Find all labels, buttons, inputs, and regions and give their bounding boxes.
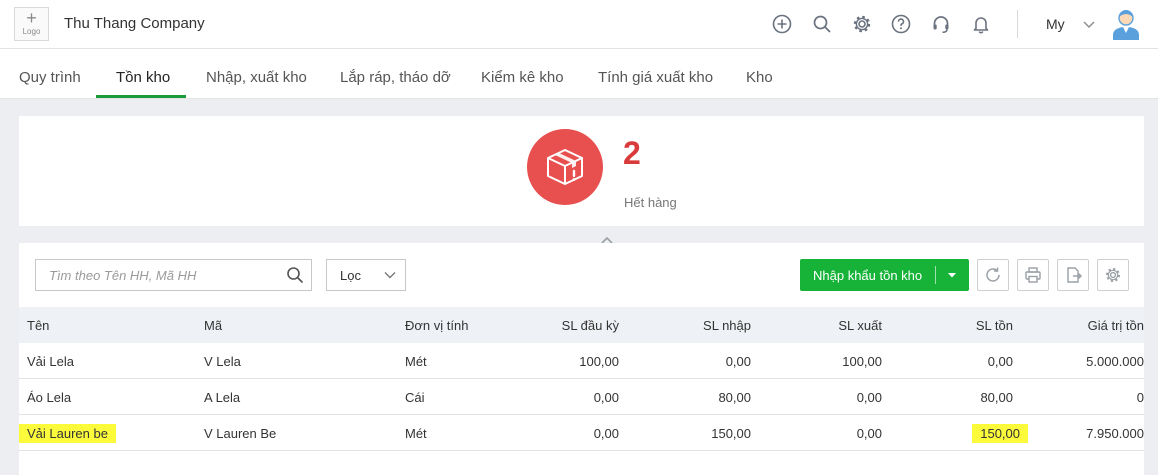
cell-stock-value: 5.000.000 [1086, 354, 1144, 369]
search-box [35, 259, 312, 291]
out-of-stock-count[interactable]: 2 [623, 135, 641, 172]
table-row[interactable]: Vải Lela V Lela Mét 100,00 0,00 100,00 0… [19, 343, 1144, 379]
tab-kiem-ke-kho[interactable]: Kiểm kê kho [481, 49, 564, 99]
split-divider [935, 266, 936, 284]
table-header: Tên Mã Đơn vị tính SL đầu kỳ SL nhập SL … [19, 307, 1144, 343]
refresh-button[interactable] [977, 259, 1009, 291]
inventory-panel: Lọc Nhập khẩu tồn kho Tên Mã Đơn vị tính… [19, 243, 1144, 475]
plus-icon: + [26, 8, 37, 28]
search-icon[interactable] [811, 13, 833, 35]
tab-tinh-gia-xuat-kho[interactable]: Tính giá xuất kho [598, 49, 713, 99]
user-name[interactable]: My [1046, 16, 1065, 32]
cell-stock-qty: 0,00 [987, 354, 1013, 369]
cell-out-qty: 100,00 [842, 354, 882, 369]
tab-ton-kho[interactable]: Tồn kho [116, 49, 170, 99]
logo-label: Logo [22, 27, 41, 36]
out-of-stock-summary: 2 Hết hàng [19, 116, 1144, 226]
tab-nhap-xuat-kho[interactable]: Nhập, xuất kho [206, 49, 307, 99]
main-tabs: Quy trình Tồn kho Nhập, xuất kho Lắp ráp… [0, 49, 1158, 99]
printer-icon [1025, 267, 1041, 283]
table-row[interactable]: Áo Lela A Lela Cái 0,00 80,00 0,00 80,00… [19, 379, 1144, 415]
cell-name: Vải Lauren be [19, 424, 116, 443]
cell-opening-qty: 100,00 [579, 354, 619, 369]
cell-stock-qty: 80,00 [980, 390, 1013, 405]
filter-dropdown[interactable]: Lọc [326, 259, 406, 291]
gear-icon[interactable] [851, 13, 873, 35]
bell-icon[interactable] [970, 13, 992, 35]
column-header-stock-qty[interactable]: SL tồn [976, 318, 1013, 333]
cell-unit: Mét [405, 354, 427, 369]
export-button[interactable] [1057, 259, 1089, 291]
cell-in-qty: 150,00 [711, 426, 751, 441]
cell-out-qty: 0,00 [856, 426, 882, 441]
chevron-down-icon [384, 272, 396, 279]
column-header-name[interactable]: Tên [27, 318, 49, 333]
cell-stock-value: 7.950.000 [1086, 426, 1144, 441]
cell-in-qty: 80,00 [718, 390, 751, 405]
cell-in-qty: 0,00 [725, 354, 751, 369]
column-header-opening-qty[interactable]: SL đầu kỳ [562, 318, 619, 333]
add-circle-icon[interactable] [771, 13, 793, 35]
out-of-stock-badge[interactable] [527, 129, 603, 205]
cell-opening-qty: 0,00 [593, 390, 619, 405]
headset-icon[interactable] [930, 13, 952, 35]
cell-opening-qty: 0,00 [593, 426, 619, 441]
refresh-icon [986, 267, 1000, 282]
cell-name: Vải Lela [27, 354, 74, 369]
import-stock-button[interactable]: Nhập khẩu tồn kho [800, 259, 969, 291]
top-bar: + Logo Thu Thang Company My [0, 0, 1158, 49]
gear-icon [1106, 268, 1120, 282]
tab-kho[interactable]: Kho [746, 49, 773, 99]
logo-upload[interactable]: + Logo [14, 7, 49, 41]
column-header-unit[interactable]: Đơn vị tính [405, 318, 468, 333]
out-of-stock-label: Hết hàng [624, 195, 677, 210]
cell-code: V Lauren Be [204, 426, 277, 441]
help-icon[interactable] [890, 13, 912, 35]
search-icon[interactable] [286, 266, 304, 284]
search-input[interactable] [36, 260, 276, 290]
tab-quy-trinh[interactable]: Quy trình [19, 49, 81, 99]
export-file-icon [1067, 267, 1082, 283]
active-tab-indicator [96, 95, 186, 98]
cell-stock-qty: 150,00 [972, 424, 1028, 443]
company-name: Thu Thang Company [64, 15, 205, 32]
header-divider [1017, 10, 1018, 38]
cell-unit: Cái [405, 390, 425, 405]
table-row[interactable]: Vải Lauren be V Lauren Be Mét 0,00 150,0… [19, 415, 1144, 451]
tab-lap-rap-thao-do[interactable]: Lắp ráp, tháo dỡ [340, 49, 451, 99]
cell-out-qty: 0,00 [856, 390, 882, 405]
filter-label: Lọc [340, 268, 361, 283]
column-header-in-qty[interactable]: SL nhập [703, 318, 751, 333]
chevron-down-icon[interactable] [1082, 14, 1096, 34]
cell-unit: Mét [405, 426, 427, 441]
column-header-out-qty[interactable]: SL xuất [838, 318, 882, 333]
avatar[interactable] [1112, 6, 1140, 40]
cell-stock-value: 0 [1136, 390, 1144, 405]
column-header-code[interactable]: Mã [204, 318, 222, 333]
cell-name: Áo Lela [27, 390, 72, 405]
box-warning-icon [547, 149, 583, 185]
caret-down-icon[interactable] [942, 266, 962, 284]
cell-code: V Lela [204, 354, 241, 369]
print-button[interactable] [1017, 259, 1049, 291]
import-stock-label: Nhập khẩu tồn kho [813, 268, 923, 283]
cell-code: A Lela [204, 390, 241, 405]
column-header-stock-value[interactable]: Giá trị tồn [1088, 318, 1144, 333]
table-settings-button[interactable] [1097, 259, 1129, 291]
